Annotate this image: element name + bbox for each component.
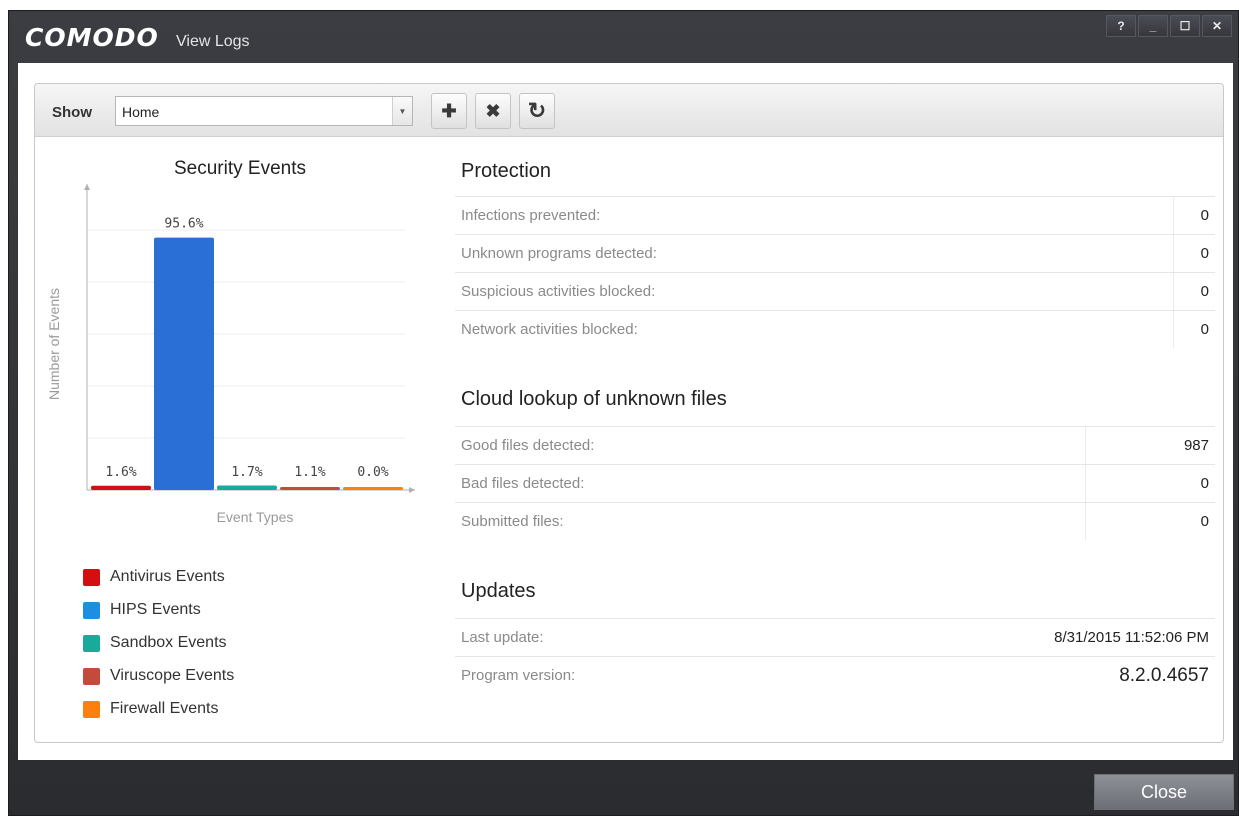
bar-data-label: 1.1% [294, 465, 325, 480]
stat-row: Network activities blocked: 0 [455, 310, 1215, 348]
stat-label: Good files detected: [461, 437, 595, 454]
window-controls: ? _ ☐ ✕ [1106, 15, 1232, 37]
row-separator [1173, 311, 1174, 348]
add-button[interactable]: ✚ [431, 93, 467, 129]
stat-value: 0 [1200, 321, 1209, 338]
bar-hips-events [154, 237, 214, 490]
y-axis-label: Number of Events [46, 288, 62, 400]
bar-antivirus-events [91, 485, 151, 490]
chart-data-labels: 1.6% 95.6% 1.7% 1.1% 0.0% [105, 217, 388, 480]
program-version-value: 8.2.0.4657 [1119, 665, 1209, 686]
stat-row: Submitted files: 0 [455, 502, 1215, 540]
viruscope-swatch [83, 667, 100, 685]
stat-row: Program version: 8.2.0.4657 [455, 656, 1215, 694]
toolbar: Show Home ▼ ✚ ✖ ↻ [35, 84, 1223, 137]
antivirus-swatch [83, 568, 100, 586]
y-axis-arrow [84, 184, 90, 190]
x-icon: ✖ [485, 100, 501, 121]
x-axis-arrow [409, 487, 415, 493]
delete-button[interactable]: ✖ [475, 93, 511, 129]
bar-data-label: 1.6% [105, 465, 136, 480]
legend-label: Viruscope Events [110, 667, 235, 684]
stat-label: Bad files detected: [461, 475, 585, 492]
legend-label: Antivirus Events [110, 568, 225, 585]
chart-bars [91, 237, 403, 490]
stat-row: Last update: 8/31/2015 11:52:06 PM [455, 618, 1215, 656]
stat-label: Program version: [461, 667, 576, 684]
stat-row: Suspicious activities blocked: 0 [455, 272, 1215, 310]
legend-label: HIPS Events [110, 601, 201, 618]
chart-grid [87, 229, 405, 439]
legend-label: Sandbox Events [110, 634, 227, 651]
stat-value: 0 [1200, 283, 1209, 300]
show-dropdown-value: Home [122, 104, 160, 120]
stat-label: Last update: [461, 629, 544, 646]
stat-label: Submitted files: [461, 513, 564, 530]
stat-label: Suspicious activities blocked: [461, 283, 656, 300]
firewall-swatch [83, 700, 100, 718]
row-separator [1085, 503, 1086, 540]
sandbox-swatch [83, 634, 100, 652]
bar-data-label: 1.7% [231, 465, 262, 480]
window-title: View Logs [176, 33, 250, 50]
stat-value: 0 [1200, 245, 1209, 262]
bar-data-label: 0.0% [357, 465, 388, 480]
bar-viruscope-events [280, 487, 340, 490]
legend-label: Firewall Events [110, 700, 219, 717]
content-area: Show Home ▼ ✚ ✖ ↻ Security Events 1.6% 9… [18, 63, 1233, 760]
stat-value: 0 [1200, 513, 1209, 530]
show-label: Show [52, 104, 92, 121]
row-separator [1173, 197, 1174, 234]
stat-value: 987 [1183, 437, 1209, 454]
chart-title: Security Events [174, 158, 306, 179]
stat-label: Unknown programs detected: [461, 245, 657, 262]
close-button[interactable]: Close [1094, 774, 1234, 810]
legend-item-viruscope: Viruscope Events [83, 667, 234, 685]
stat-label: Infections prevented: [461, 207, 601, 224]
stat-value: 0 [1200, 207, 1209, 224]
stat-label: Network activities blocked: [461, 321, 638, 338]
refresh-button[interactable]: ↻ [519, 93, 555, 129]
comodo-logo: COMODO [25, 23, 159, 52]
legend-item-hips: HIPS Events [83, 601, 201, 619]
row-separator [1085, 427, 1086, 464]
plus-icon: ✚ [441, 100, 457, 121]
title-bar[interactable]: COMODO View Logs ? _ ☐ ✕ [9, 11, 1238, 63]
view-logs-window: COMODO View Logs ? _ ☐ ✕ Show Home ▼ ✚ ✖ [8, 10, 1239, 816]
legend-item-sandbox: Sandbox Events [83, 634, 227, 652]
stat-row: Unknown programs detected: 0 [455, 234, 1215, 272]
updates-title: Updates [461, 580, 536, 602]
stat-value: 0 [1200, 475, 1209, 492]
cloud-lookup-title: Cloud lookup of unknown files [461, 388, 727, 410]
close-window-button[interactable]: ✕ [1202, 15, 1232, 37]
hips-swatch [83, 601, 100, 619]
minimize-button[interactable]: _ [1138, 15, 1168, 37]
stat-row: Bad files detected: 0 [455, 464, 1215, 502]
row-separator [1085, 465, 1086, 502]
logs-panel: Show Home ▼ ✚ ✖ ↻ Security Events 1.6% 9… [34, 83, 1224, 743]
legend-item-antivirus: Antivirus Events [83, 568, 225, 586]
stat-row: Good files detected: 987 [455, 426, 1215, 464]
bar-data-label: 95.6% [164, 217, 203, 232]
security-events-chart: 1.6% 95.6% 1.7% 1.1% 0.0% Number of Events E… [46, 184, 415, 525]
last-update-value: 8/31/2015 11:52:06 PM [1054, 629, 1209, 646]
help-button[interactable]: ? [1106, 15, 1136, 37]
x-axis-label: Event Types [217, 509, 294, 525]
chevron-down-icon[interactable]: ▼ [392, 97, 412, 125]
refresh-icon: ↻ [527, 98, 547, 123]
bar-firewall-events [343, 487, 403, 490]
stat-row: Infections prevented: 0 [455, 196, 1215, 234]
row-separator [1173, 273, 1174, 310]
protection-title: Protection [461, 160, 552, 182]
row-separator [1173, 235, 1174, 272]
legend-item-firewall: Firewall Events [83, 700, 218, 718]
maximize-button[interactable]: ☐ [1170, 15, 1200, 37]
show-dropdown[interactable]: Home ▼ [115, 96, 413, 126]
bar-sandbox-events [217, 485, 277, 490]
